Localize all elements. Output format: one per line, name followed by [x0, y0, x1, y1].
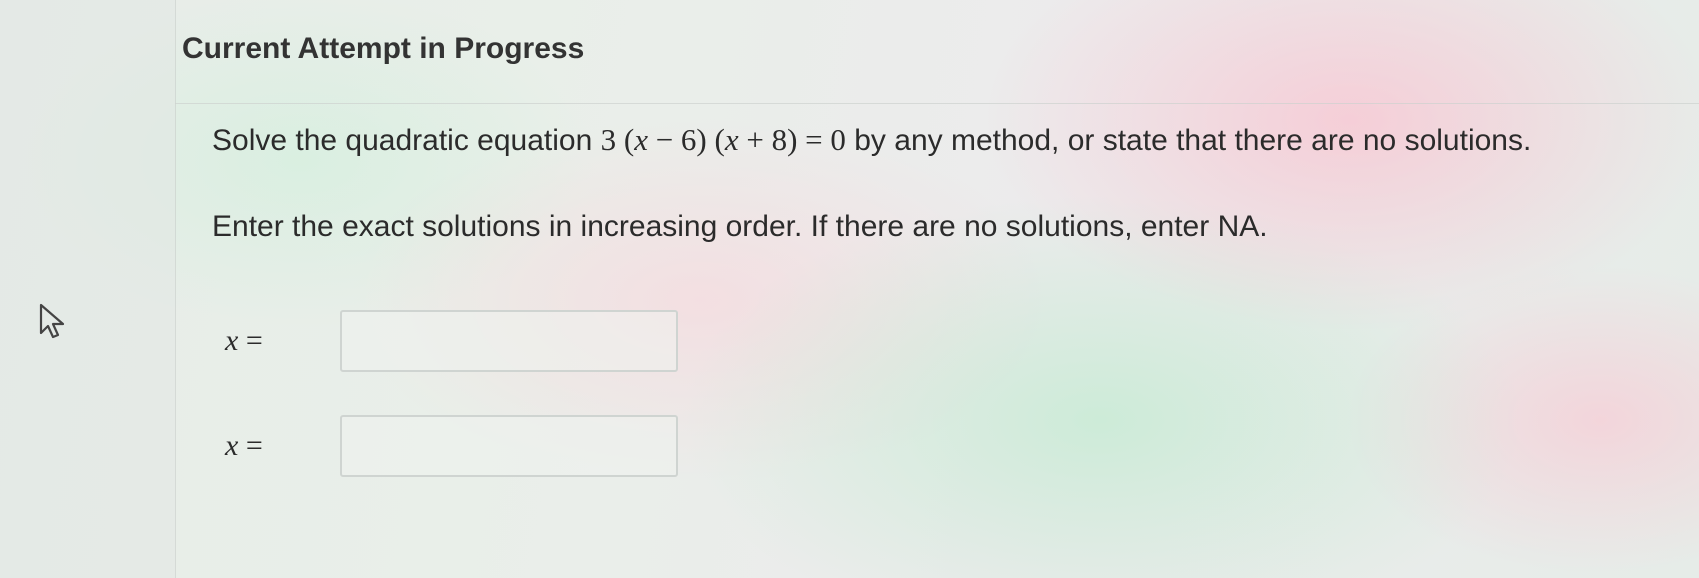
- answer-label-2: x =: [225, 429, 340, 463]
- equation: 3 (x − 6) (x + 8) = 0: [600, 122, 846, 157]
- question-suffix: by any method, or state that there are n…: [845, 124, 1532, 157]
- answer-variable-1: x: [225, 324, 239, 357]
- equation-factor2-variable: x: [724, 122, 739, 157]
- header-divider: [175, 103, 1699, 104]
- answer-equals-1: =: [238, 324, 263, 357]
- answer-input-2[interactable]: [340, 415, 678, 477]
- equation-factor2-rest: + 8) = 0: [738, 122, 846, 157]
- pane-divider: [175, 0, 176, 578]
- left-pane: [0, 0, 175, 578]
- answer-row-2: x =: [225, 415, 678, 477]
- answer-equals-2: =: [238, 429, 263, 462]
- page-title: Current Attempt in Progress: [182, 32, 585, 65]
- mouse-pointer-icon: [39, 303, 65, 339]
- equation-factor1-rest: − 6): [647, 122, 707, 157]
- question-prefix: Solve the quadratic equation: [212, 124, 601, 157]
- question-text: Solve the quadratic equation 3 (x − 6) (…: [212, 122, 1531, 158]
- answer-input-1[interactable]: [340, 310, 678, 372]
- instructions-text: Enter the exact solutions in increasing …: [212, 210, 1268, 243]
- equation-factor1-variable: x: [634, 122, 648, 157]
- equation-coefficient: 3: [600, 122, 617, 157]
- answer-variable-2: x: [225, 429, 239, 462]
- answer-row-1: x =: [225, 310, 678, 372]
- answer-label-1: x =: [225, 324, 340, 358]
